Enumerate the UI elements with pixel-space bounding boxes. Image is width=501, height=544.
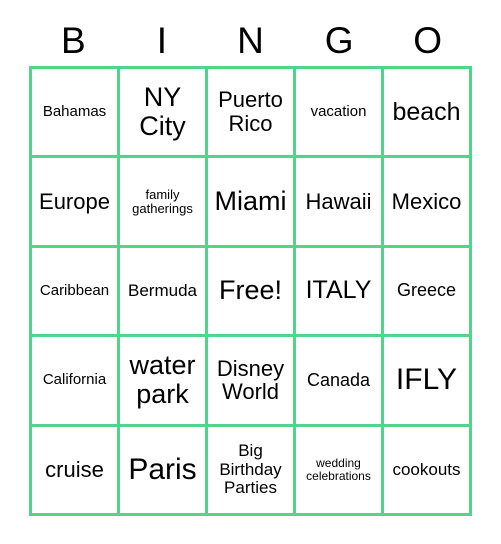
bingo-cell-label: IFLY — [395, 363, 458, 397]
bingo-cell[interactable]: Caribbean — [32, 247, 120, 338]
bingo-row: Europe family gatherings Miami Hawaii Me… — [32, 158, 472, 248]
bingo-cell-label: Bermuda — [128, 280, 197, 300]
bingo-cell[interactable]: NY City — [120, 69, 208, 159]
bingo-cell-label: ITALY — [305, 276, 372, 305]
bingo-cell[interactable]: Disney World — [208, 337, 296, 427]
bingo-cell[interactable]: Puerto Rico — [208, 69, 296, 159]
bingo-cell-label: cruise — [45, 456, 104, 482]
bingo-cell-label: California — [42, 371, 107, 389]
bingo-cell[interactable]: water park — [120, 337, 208, 427]
bingo-cell-label: Paris — [128, 452, 197, 486]
bingo-cell[interactable]: Bermuda — [120, 247, 208, 338]
bingo-cell[interactable]: vacation — [296, 69, 384, 159]
bingo-cell-label: Miami — [214, 186, 287, 216]
bingo-cell[interactable]: beach — [384, 69, 472, 159]
bingo-cell-label: Mexico — [391, 188, 462, 214]
bingo-header: B I N G O — [29, 16, 472, 66]
bingo-cell[interactable]: cruise — [32, 426, 120, 516]
bingo-cell-label: Bahamas — [42, 103, 107, 121]
bingo-cell[interactable]: wedding celebrations — [296, 426, 384, 516]
bingo-cell[interactable]: Mexico — [384, 158, 472, 248]
bingo-cell-label: cookouts — [392, 459, 461, 479]
bingo-row: Bahamas NY City Puerto Rico vacation bea… — [32, 69, 472, 159]
bingo-row: Caribbean Bermuda Free! ITALY Greece — [32, 247, 472, 338]
bingo-cell-label: Disney World — [216, 355, 285, 405]
bingo-cell-label: Free! — [218, 275, 283, 306]
bingo-cell-label: beach — [392, 97, 461, 126]
bingo-cell-label: NY City — [139, 82, 186, 142]
header-letter-g: G — [324, 20, 354, 61]
bingo-cell-label: Hawaii — [305, 188, 372, 214]
header-letter-i: I — [156, 20, 168, 61]
bingo-cell-label: Caribbean — [39, 281, 110, 299]
bingo-cell[interactable]: family gatherings — [120, 158, 208, 248]
header-letter-n: N — [237, 20, 264, 61]
bingo-cell[interactable]: ITALY — [296, 247, 384, 338]
bingo-cell[interactable]: Europe — [32, 158, 120, 248]
bingo-cell[interactable]: Hawaii — [296, 158, 384, 248]
header-letter-o: O — [413, 20, 443, 61]
bingo-cell-label: Canada — [306, 369, 371, 390]
bingo-cell-label: Puerto Rico — [218, 87, 283, 137]
bingo-cell-label: vacation — [310, 103, 367, 121]
bingo-cell-label: family gatherings — [132, 186, 193, 216]
bingo-card: B I N G O Bahamas NY City Puerto Rico va… — [29, 16, 472, 516]
bingo-row: California water park Disney World Canad… — [32, 337, 472, 427]
bingo-cell[interactable]: Miami — [208, 158, 296, 248]
bingo-cell-label: wedding celebrations — [306, 455, 371, 483]
bingo-cell-label: water park — [129, 350, 196, 410]
bingo-cell[interactable]: IFLY — [384, 337, 472, 427]
bingo-cell-free[interactable]: Free! — [208, 247, 296, 338]
bingo-cell[interactable]: cookouts — [384, 426, 472, 516]
bingo-cell-label: Big Birthday Parties — [219, 441, 282, 497]
bingo-cell[interactable]: Greece — [384, 247, 472, 338]
bingo-cell-label: Greece — [396, 280, 457, 301]
bingo-cell-label: Europe — [39, 188, 110, 214]
bingo-cell[interactable]: Big Birthday Parties — [208, 426, 296, 516]
header-letter-b: B — [60, 20, 86, 61]
bingo-cell[interactable]: Paris — [120, 426, 208, 516]
bingo-row: cruise Paris Big Birthday Parties weddin… — [32, 426, 472, 516]
bingo-grid: Bahamas NY City Puerto Rico vacation bea… — [29, 66, 472, 516]
bingo-cell[interactable]: California — [32, 337, 120, 427]
bingo-cell[interactable]: Bahamas — [32, 69, 120, 159]
bingo-cell[interactable]: Canada — [296, 337, 384, 427]
